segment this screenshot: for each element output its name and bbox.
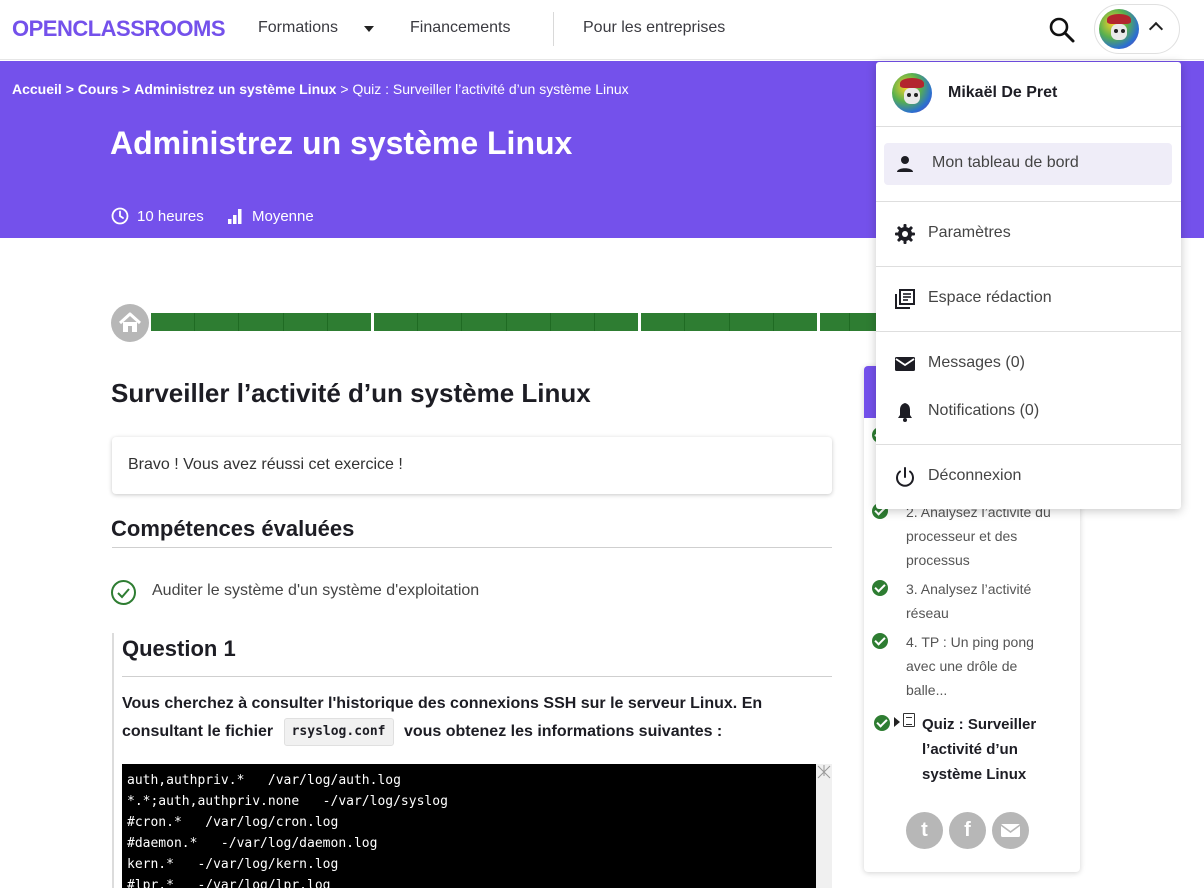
code-line: auth,authpriv.* /var/log/auth.log [127,773,401,788]
library-icon [895,289,915,309]
breadcrumb-current: Quiz : Surveiller l’activité d’un systèm… [352,81,629,97]
breadcrumb-courses[interactable]: Cours [78,81,118,97]
success-message: Bravo ! Vous avez réussi cet exercice ! [112,437,832,494]
clock-icon [111,207,129,225]
nav-financements[interactable]: Financements [410,19,511,37]
breadcrumb-separator: > [340,81,349,97]
menu-item-messages[interactable]: Messages (0) [884,343,1172,385]
quiz-title: Surveiller l’activité d’un système Linux [111,378,591,408]
menu-label: Notifications (0) [928,402,1040,419]
progress-part-4[interactable] [820,313,878,331]
breadcrumb-home[interactable]: Accueil [12,81,62,97]
skills-heading: Compétences évaluées [111,516,355,541]
toc-current-item[interactable]: Quiz : Surveiller l’activité d’un systèm… [922,712,1062,787]
current-arrow-icon [894,717,900,727]
code-line: *.*;auth,authpriv.none -/var/log/syslog [127,794,448,809]
duration-label: 10 heures [137,207,204,225]
breadcrumb: Accueil > Cours > Administrez un système… [12,81,629,97]
code-block[interactable]: auth,authpriv.* /var/log/auth.log *.*;au… [122,764,816,888]
home-icon [118,312,142,332]
menu-label: Paramètres [928,224,1011,241]
logo[interactable]: OPENCLASSROOMS [12,16,226,42]
divider [112,547,832,548]
check-icon [872,633,888,649]
mail-icon [895,357,915,371]
resize-grip-icon[interactable] [816,764,832,784]
breadcrumb-separator: > [65,81,74,97]
nav-formations[interactable]: Formations [258,19,338,37]
gear-icon [895,224,915,244]
question-text: Vous cherchez à consulter l'historique d… [122,690,822,746]
code-line: #cron.* /var/log/cron.log [127,815,339,830]
code-line: kern.* -/var/log/kern.log [127,857,339,872]
breadcrumb-separator: > [122,81,131,97]
twitter-icon[interactable]: t [906,812,943,849]
menu-divider [876,126,1181,127]
check-icon [872,580,888,596]
course-level: Moyenne [226,207,314,225]
inline-code: rsyslog.conf [283,718,394,746]
progress-part-2[interactable] [374,313,638,331]
check-circle-icon [111,580,136,605]
caret-down-icon[interactable] [364,26,374,32]
user-name: Mikaël De Pret [948,84,1058,101]
menu-divider [876,444,1181,445]
menu-item-logout[interactable]: Déconnexion [884,456,1172,498]
code-line: #daemon.* -/var/log/daemon.log [127,836,378,851]
breadcrumb-course[interactable]: Administrez un système Linux [134,81,336,97]
menu-item-dashboard[interactable]: Mon tableau de bord [884,143,1172,185]
level-bars-icon [228,209,242,224]
menu-label: Messages (0) [928,354,1025,371]
nav-divider [553,12,554,46]
menu-divider [876,331,1181,332]
question-title: Question 1 [122,636,236,661]
toc-item[interactable]: 3. Analysez l’activité réseau [906,577,1056,625]
menu-item-settings[interactable]: Paramètres [884,213,1172,255]
question-text-after: vous obtenez les informations suivantes … [403,723,723,741]
toc-item[interactable]: 2. Analysez l’activité du processeur et … [906,500,1056,572]
divider [122,676,832,677]
code-line: #lpr.* -/var/log/lpr.log [127,878,331,888]
quiz-document-icon [903,713,915,727]
course-title: Administrez un système Linux [110,125,573,161]
progress-part-1[interactable] [151,313,371,331]
email-share-icon[interactable] [992,812,1029,849]
menu-label: Déconnexion [928,467,1022,484]
menu-item-writing-space[interactable]: Espace rédaction [884,278,1172,320]
menu-label: Mon tableau de bord [932,154,1079,171]
top-navigation: OPENCLASSROOMS Formations Financements P… [0,0,1204,60]
menu-label: Espace rédaction [928,289,1052,306]
avatar [1099,9,1139,49]
chevron-up-icon [1148,21,1164,37]
toc-item[interactable]: 4. TP : Un ping pong avec une drôle de b… [906,630,1056,702]
bell-icon [898,403,912,422]
skill-label: Auditer le système d'un système d'exploi… [152,582,480,599]
nav-entreprises[interactable]: Pour les entreprises [583,19,725,37]
menu-item-notifications[interactable]: Notifications (0) [884,391,1172,433]
level-label: Moyenne [252,207,314,225]
course-duration: 10 heures [111,207,204,225]
person-icon [897,156,913,172]
menu-divider [876,201,1181,202]
facebook-icon[interactable]: f [949,812,986,849]
progress-part-3[interactable] [641,313,817,331]
user-menu-button[interactable] [1094,4,1180,54]
power-icon [896,467,914,487]
menu-divider [876,266,1181,267]
check-icon [874,715,890,731]
menu-avatar [892,73,932,113]
course-home-button[interactable] [111,304,149,342]
search-icon[interactable] [1046,14,1078,46]
